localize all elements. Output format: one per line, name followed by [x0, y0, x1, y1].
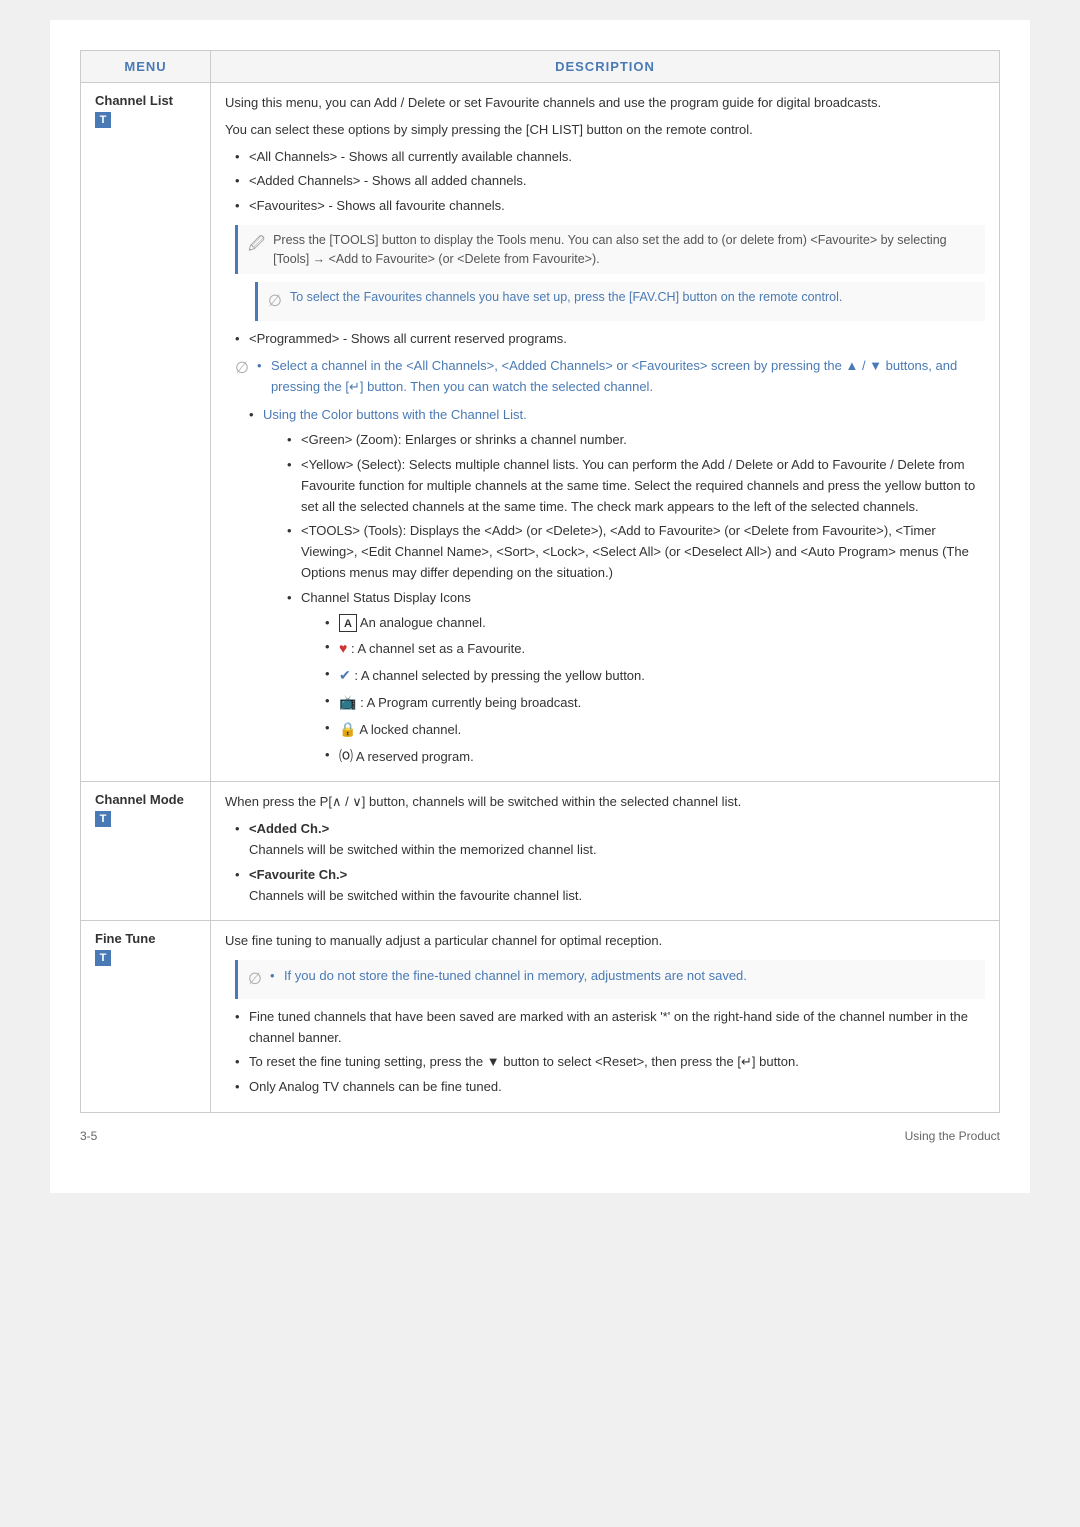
list-item: A An analogue channel.	[325, 613, 985, 634]
main-table: MENU DESCRIPTION Channel List T Using th…	[80, 50, 1000, 1113]
added-ch-detail: Channels will be switched within the mem…	[249, 842, 597, 857]
status-text-locked: A locked channel.	[359, 722, 461, 737]
t-icon-fine-tune: T	[95, 950, 111, 966]
menu-label-fine-tune: Fine Tune	[95, 931, 155, 946]
table-row: Channel Mode T When press the P[∧ / ∨] b…	[81, 782, 1000, 921]
reserved-icon: ⒪	[339, 748, 353, 764]
tools-note-icon: 🖉	[248, 232, 265, 258]
menu-label-channel-list: Channel List	[95, 93, 173, 108]
list-item: <Favourite Ch.> Channels will be switche…	[235, 865, 985, 907]
list-item: 🔒 A locked channel.	[325, 718, 985, 741]
list-item: Using the Color buttons with the Channel…	[249, 405, 985, 767]
list-item: <Programmed> - Shows all current reserve…	[235, 329, 985, 350]
desc-cell-channel-list: Using this menu, you can Add / Delete or…	[211, 83, 1000, 782]
status-text-reserved: A reserved program.	[356, 749, 474, 764]
footer: 3-5 Using the Product	[80, 1129, 1000, 1143]
menu-header: MENU	[81, 51, 211, 83]
list-item: Select a channel in the <All Channels>, …	[257, 356, 985, 398]
menu-cell-channel-mode: Channel Mode T	[81, 782, 211, 921]
status-text-analogue: An analogue channel.	[360, 615, 486, 630]
table-row: Channel List T Using this menu, you can …	[81, 83, 1000, 782]
page-number: 3-5	[80, 1129, 97, 1143]
sub-note-icon: ∅	[235, 356, 249, 402]
list-item: <Favourites> - Shows all favourite chann…	[235, 196, 985, 217]
list-item: <All Channels> - Shows all currently ava…	[235, 147, 985, 168]
list-item: Channel Status Display Icons A An analog…	[287, 588, 985, 768]
channel-mode-list: <Added Ch.> Channels will be switched wi…	[235, 819, 985, 906]
channel-status-header: Channel Status Display Icons	[301, 590, 471, 605]
fav-ch-label: <Favourite Ch.>	[249, 867, 347, 882]
page-container: MENU DESCRIPTION Channel List T Using th…	[50, 20, 1030, 1193]
list-item: 📺 : A Program currently being broadcast.	[325, 691, 985, 714]
desc-header: DESCRIPTION	[211, 51, 1000, 83]
status-text-favourite: : A channel set as a Favourite.	[351, 641, 525, 656]
color-buttons-list: Using the Color buttons with the Channel…	[249, 405, 985, 767]
analogue-icon: A	[339, 614, 357, 632]
fav-note-icon: ∅	[268, 289, 282, 315]
fine-tune-note-icon: ∅	[248, 967, 262, 993]
list-item: ⒪ A reserved program.	[325, 745, 985, 768]
t-icon-channel-mode: T	[95, 811, 111, 827]
sub-note-list: Select a channel in the <All Channels>, …	[257, 356, 985, 402]
menu-label-channel-mode: Channel Mode	[95, 792, 184, 807]
list-item: <Added Ch.> Channels will be switched wi…	[235, 819, 985, 861]
table-row: Fine Tune T Use fine tuning to manually …	[81, 921, 1000, 1113]
list-item: <Added Channels> - Shows all added chann…	[235, 171, 985, 192]
list-item: ♥ : A channel set as a Favourite.	[325, 637, 985, 660]
fine-tune-intro: Use fine tuning to manually adjust a par…	[225, 931, 985, 952]
fine-tune-note-list: If you do not store the fine-tuned chann…	[270, 966, 747, 991]
heart-icon: ♥	[339, 640, 347, 656]
fine-tune-note-box: ∅ If you do not store the fine-tuned cha…	[235, 960, 985, 999]
desc-cell-fine-tune: Use fine tuning to manually adjust a par…	[211, 921, 1000, 1113]
fav-ch-detail: Channels will be switched within the fav…	[249, 888, 582, 903]
channel-list-bullets: <All Channels> - Shows all currently ava…	[235, 147, 985, 217]
color-sub-list: <Green> (Zoom): Enlarges or shrinks a ch…	[287, 430, 985, 767]
list-item: If you do not store the fine-tuned chann…	[270, 966, 747, 987]
list-item: Fine tuned channels that have been saved…	[235, 1007, 985, 1049]
status-text-check: : A channel selected by pressing the yel…	[354, 668, 645, 683]
list-item: <TOOLS> (Tools): Displays the <Add> (or …	[287, 521, 985, 583]
channel-list-intro2: You can select these options by simply p…	[225, 120, 985, 141]
fine-tune-bullets: Fine tuned channels that have been saved…	[235, 1007, 985, 1098]
tools-note-box: 🖉 Press the [TOOLS] button to display th…	[235, 225, 985, 275]
added-ch-label: <Added Ch.>	[249, 821, 329, 836]
channel-mode-intro: When press the P[∧ / ∨] button, channels…	[225, 792, 985, 813]
fav-note-box: ∅ To select the Favourites channels you …	[255, 282, 985, 321]
list-item: <Green> (Zoom): Enlarges or shrinks a ch…	[287, 430, 985, 451]
channel-list-intro1: Using this menu, you can Add / Delete or…	[225, 93, 985, 114]
lock-icon: 🔒	[339, 721, 356, 737]
tools-note-text: Press the [TOOLS] button to display the …	[273, 231, 975, 269]
status-text-broadcast: : A Program currently being broadcast.	[360, 695, 581, 710]
list-item: To reset the fine tuning setting, press …	[235, 1052, 985, 1073]
broadcast-icon: 📺	[339, 694, 356, 710]
list-item: ✔ : A channel selected by pressing the y…	[325, 664, 985, 687]
desc-cell-channel-mode: When press the P[∧ / ∨] button, channels…	[211, 782, 1000, 921]
footer-label: Using the Product	[905, 1129, 1000, 1143]
list-item: Only Analog TV channels can be fine tune…	[235, 1077, 985, 1098]
fav-note-text: To select the Favourites channels you ha…	[290, 288, 842, 307]
menu-cell-channel-list: Channel List T	[81, 83, 211, 782]
list-item: <Yellow> (Select): Selects multiple chan…	[287, 455, 985, 517]
status-icon-list: A An analogue channel. ♥ : A channel set…	[325, 613, 985, 768]
check-icon: ✔	[339, 667, 351, 683]
t-icon-channel-list: T	[95, 112, 111, 128]
programmed-list: <Programmed> - Shows all current reserve…	[235, 329, 985, 350]
menu-cell-fine-tune: Fine Tune T	[81, 921, 211, 1113]
